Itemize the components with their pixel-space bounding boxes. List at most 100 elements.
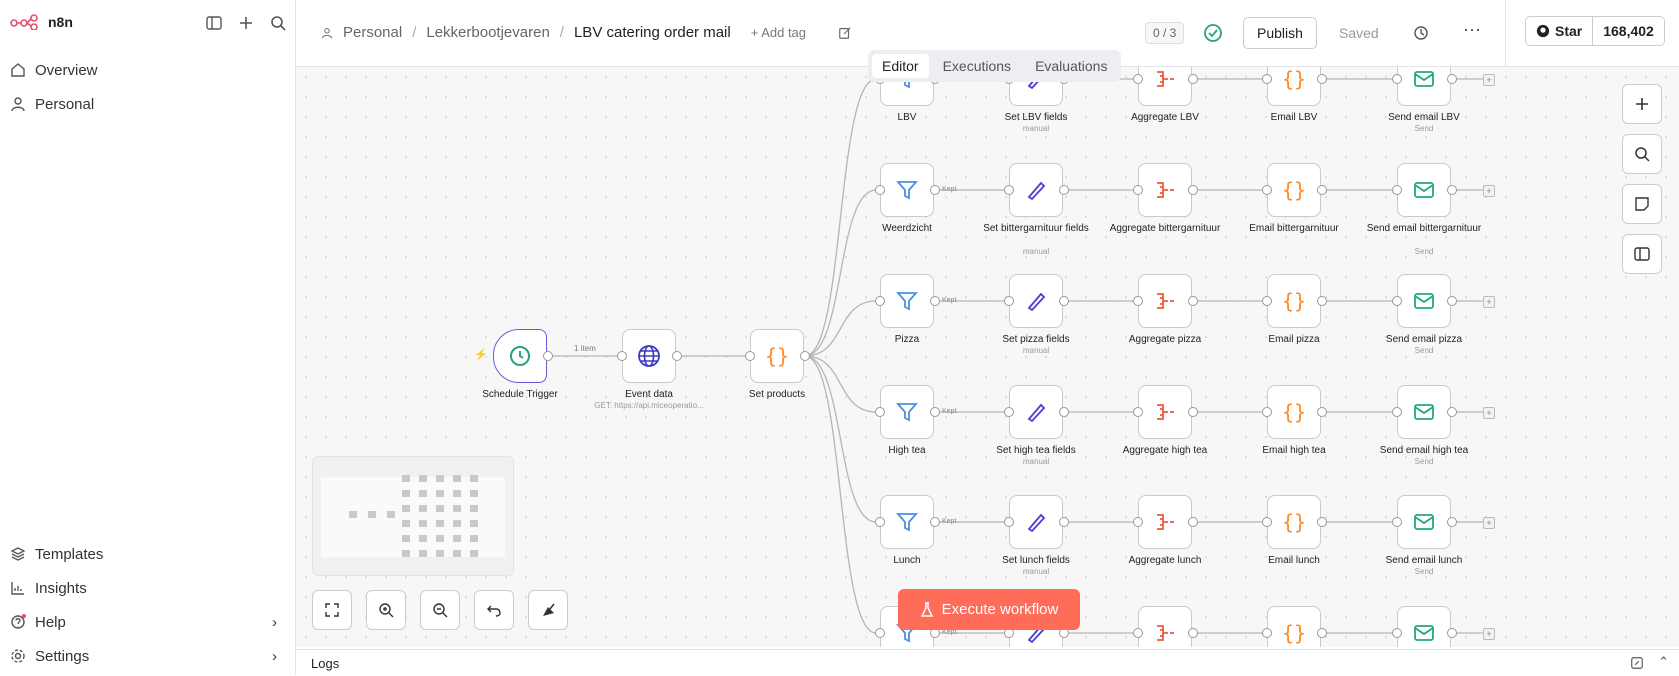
send-node[interactable]: [1397, 385, 1451, 439]
send-node[interactable]: [1397, 606, 1451, 647]
tab-editor[interactable]: Editor: [872, 54, 929, 78]
input-port[interactable]: [1262, 185, 1272, 195]
output-port[interactable]: [1059, 517, 1069, 527]
add-next-node-button[interactable]: +: [1483, 296, 1495, 308]
more-options-icon[interactable]: ⋯: [1463, 20, 1481, 41]
output-port[interactable]: [1317, 185, 1327, 195]
input-port[interactable]: [875, 628, 885, 638]
input-port[interactable]: [1262, 628, 1272, 638]
github-star[interactable]: Star 168,402: [1525, 16, 1665, 46]
input-port[interactable]: [1133, 74, 1143, 84]
input-port[interactable]: [875, 296, 885, 306]
edit-description-icon[interactable]: [838, 26, 852, 40]
input-port[interactable]: [1133, 296, 1143, 306]
output-port[interactable]: [1317, 628, 1327, 638]
input-port[interactable]: [745, 351, 755, 361]
add-tag-button[interactable]: + Add tag: [751, 25, 806, 40]
filter-node[interactable]: [880, 163, 934, 217]
input-port[interactable]: [1004, 296, 1014, 306]
aggregate-node[interactable]: [1138, 495, 1192, 549]
star-count[interactable]: 168,402: [1592, 17, 1664, 45]
email-code-node[interactable]: {}: [1267, 385, 1321, 439]
input-port[interactable]: [1133, 628, 1143, 638]
aggregate-node[interactable]: [1138, 385, 1192, 439]
output-port[interactable]: [672, 351, 682, 361]
output-port[interactable]: [1447, 296, 1457, 306]
set-node[interactable]: [1009, 385, 1063, 439]
output-port[interactable]: [1447, 185, 1457, 195]
send-node[interactable]: [1397, 67, 1451, 106]
aggregate-node[interactable]: [1138, 606, 1192, 647]
input-port[interactable]: [1262, 517, 1272, 527]
aggregate-node[interactable]: [1138, 163, 1192, 217]
output-port[interactable]: [1447, 628, 1457, 638]
input-port[interactable]: [1392, 628, 1402, 638]
github-star-button[interactable]: Star: [1526, 17, 1592, 45]
aggregate-node[interactable]: [1138, 67, 1192, 106]
output-port[interactable]: [1188, 628, 1198, 638]
sidebar-item-settings[interactable]: Settings ›: [10, 644, 285, 668]
add-next-node-button[interactable]: +: [1483, 185, 1495, 197]
set-node[interactable]: [1009, 163, 1063, 217]
aggregate-node[interactable]: [1138, 274, 1192, 328]
add-next-node-button[interactable]: +: [1483, 517, 1495, 529]
history-icon[interactable]: [1412, 24, 1430, 42]
filter-node[interactable]: [880, 385, 934, 439]
breadcrumb-folder[interactable]: Lekkerbootjevaren: [426, 24, 549, 41]
sidebar-item-personal[interactable]: Personal: [10, 92, 285, 116]
execute-workflow-button[interactable]: Execute workflow: [898, 589, 1080, 630]
output-port[interactable]: [800, 351, 810, 361]
send-node[interactable]: [1397, 274, 1451, 328]
logs-panel[interactable]: Logs ⌃: [296, 649, 1679, 676]
input-port[interactable]: [1004, 185, 1014, 195]
sidebar-item-templates[interactable]: Templates: [10, 542, 285, 566]
input-port[interactable]: [1392, 185, 1402, 195]
input-port[interactable]: [875, 407, 885, 417]
sidebar-item-overview[interactable]: Overview: [10, 58, 285, 82]
add-node-button[interactable]: [1622, 84, 1662, 124]
filter-node[interactable]: [880, 274, 934, 328]
input-port[interactable]: [1262, 296, 1272, 306]
output-port[interactable]: [1317, 407, 1327, 417]
toggle-sidebar-icon[interactable]: [205, 14, 223, 32]
input-port[interactable]: [1133, 517, 1143, 527]
output-port[interactable]: [930, 185, 940, 195]
output-port[interactable]: [1317, 296, 1327, 306]
email-code-node[interactable]: {}: [1267, 274, 1321, 328]
output-port[interactable]: [1059, 185, 1069, 195]
setup-progress[interactable]: 0 / 3: [1145, 22, 1185, 44]
zoom-in-button[interactable]: [366, 590, 406, 630]
chevron-up-icon[interactable]: ⌃: [1658, 654, 1669, 670]
output-port[interactable]: [1059, 296, 1069, 306]
output-port[interactable]: [1059, 407, 1069, 417]
undo-button[interactable]: [474, 590, 514, 630]
input-port[interactable]: [1392, 296, 1402, 306]
email-code-node[interactable]: {}: [1267, 163, 1321, 217]
tab-executions[interactable]: Executions: [933, 54, 1021, 78]
publish-button[interactable]: Publish: [1243, 17, 1317, 49]
schedule-trigger-node[interactable]: [493, 329, 547, 383]
output-port[interactable]: [930, 407, 940, 417]
output-port[interactable]: [1188, 74, 1198, 84]
output-port[interactable]: [1317, 74, 1327, 84]
fit-view-button[interactable]: [312, 590, 352, 630]
check-circle-icon[interactable]: [1203, 23, 1223, 43]
add-next-node-button[interactable]: +: [1483, 74, 1495, 86]
pop-out-icon[interactable]: [1630, 656, 1644, 670]
set-products-node[interactable]: {}: [750, 329, 804, 383]
tidy-up-button[interactable]: [528, 590, 568, 630]
toggle-panel-button[interactable]: [1622, 234, 1662, 274]
input-port[interactable]: [1392, 517, 1402, 527]
email-code-node[interactable]: {}: [1267, 495, 1321, 549]
set-node[interactable]: [1009, 274, 1063, 328]
input-port[interactable]: [1133, 185, 1143, 195]
filter-node[interactable]: [880, 495, 934, 549]
add-next-node-button[interactable]: +: [1483, 628, 1495, 640]
n8n-logo[interactable]: n8n: [10, 14, 73, 30]
input-port[interactable]: [1392, 74, 1402, 84]
input-port[interactable]: [1004, 517, 1014, 527]
zoom-out-button[interactable]: [420, 590, 460, 630]
output-port[interactable]: [930, 296, 940, 306]
workflow-name[interactable]: LBV catering order mail: [574, 24, 731, 41]
input-port[interactable]: [1004, 407, 1014, 417]
